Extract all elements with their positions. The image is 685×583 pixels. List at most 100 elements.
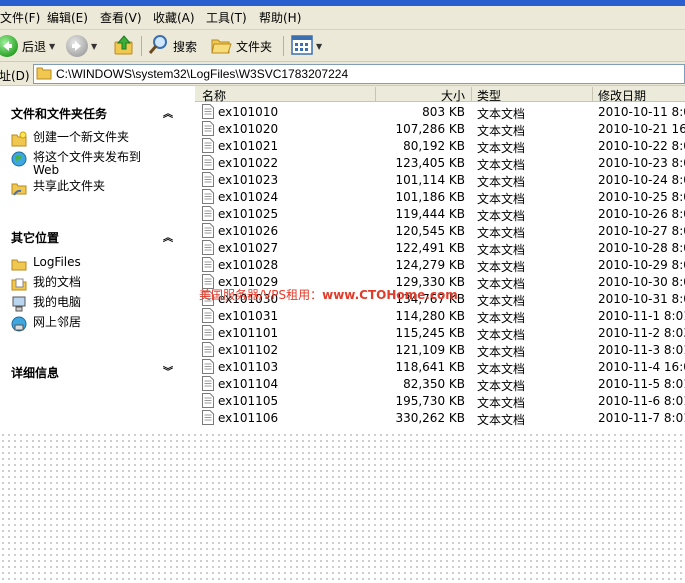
search-button[interactable]: 搜索 [147,34,197,58]
file-name: ex101010 [218,105,279,119]
text-file-icon [202,104,214,119]
file-size: 124,279 KB [395,258,465,272]
my-documents-icon [11,278,27,291]
column-divider[interactable] [471,87,472,101]
file-name: ex101101 [218,326,279,340]
file-row[interactable]: ex101020107,286 KB文本文档2010-10-21 16:00 [195,120,685,138]
back-button[interactable]: 后退 ▼ [0,34,55,58]
file-name: ex101027 [218,241,279,255]
file-row[interactable]: ex101031 114,280 KB 文本文档 2010-11-1 8:01 [195,307,685,325]
back-dropdown-icon[interactable]: ▼ [49,42,55,51]
file-row[interactable]: ex101024101,186 KB文本文档2010-10-25 8:01 [195,188,685,206]
file-row[interactable]: ex101023101,114 KB文本文档2010-10-24 8:01 [195,171,685,189]
column-size[interactable]: 大小 [441,87,465,104]
file-size: 803 KB [422,105,465,119]
file-modified: 2010-10-27 8:01 [598,224,685,238]
file-row[interactable]: ex101103118,641 KB文本文档2010-11-4 16:00 [195,358,685,376]
file-size: 330,262 KB [395,411,465,425]
file-row[interactable]: ex101104 82,350 KB 文本文档 2010-11-5 8:01 [195,375,685,393]
column-divider[interactable] [375,87,376,101]
file-row[interactable]: ex101028124,279 KB文本文档2010-10-29 8:01 [195,256,685,274]
column-modified[interactable]: 修改日期 [598,87,646,104]
file-row[interactable]: ex10102180,192 KB文本文档2010-10-22 8:00 [195,137,685,155]
file-modified: 2010-11-2 8:03 [598,326,685,340]
file-name: ex101106 [218,411,279,425]
search-icon [147,34,169,59]
task-publish-web[interactable]: 将这个文件夹发布到 Web [11,151,153,177]
file-tasks-title[interactable]: 文件和文件夹任务 [11,105,107,122]
text-file-icon [202,223,214,238]
views-dropdown-icon[interactable]: ▼ [316,42,322,51]
column-type[interactable]: 类型 [477,87,501,104]
details-title[interactable]: 详细信息 [11,364,59,381]
task-new-folder[interactable]: 创建一个新文件夹 [11,131,129,147]
text-file-icon [202,393,214,408]
watermark-prefix: 美国服务器/VPS租用： [199,288,323,302]
file-size: 119,444 KB [395,207,465,221]
file-size: 82,350 KB [403,377,465,391]
expand-chevron-icon[interactable]: ︾ [163,363,173,378]
address-label: 地址(D) [0,69,30,83]
file-row[interactable]: ex101101 115,245 KB 文本文档 2010-11-2 8:03 [195,324,685,342]
file-modified: 2010-10-28 8:00 [598,241,685,255]
text-file-icon [202,359,214,374]
file-size: 115,245 KB [395,326,465,340]
place-my-documents[interactable]: 我的文档 [11,276,81,292]
folder-icon [11,259,27,271]
file-row[interactable]: ex101010803 KB文本文档2010-10-11 8:00 [195,103,685,121]
file-modified: 2010-10-29 8:01 [598,258,685,272]
forward-dropdown-icon[interactable]: ▼ [91,42,97,51]
up-folder-button[interactable] [113,34,135,58]
text-file-icon [202,376,214,391]
column-divider[interactable] [592,87,593,101]
menu-tools[interactable]: 工具(T) [206,9,247,26]
menu-view[interactable]: 查看(V) [100,9,142,26]
file-name: ex101102 [218,343,279,357]
address-input[interactable]: C:\WINDOWS\system32\LogFiles\W3SVC178320… [33,64,685,84]
file-row[interactable]: ex101026120,545 KB文本文档2010-10-27 8:01 [195,222,685,240]
file-modified: 2010-10-26 8:00 [598,207,685,221]
text-file-icon [202,257,214,272]
up-folder-icon [113,34,135,59]
place-my-computer[interactable]: 我的电脑 [11,296,81,312]
file-modified: 2010-10-21 16:00 [598,122,685,136]
collapse-chevron-icon[interactable]: ︽ [163,105,173,120]
file-row[interactable]: ex101102 121,109 KB 文本文档 2010-11-3 8:01 [195,341,685,359]
place-logfiles[interactable]: LogFiles [11,256,81,272]
globe-icon [11,151,27,167]
file-modified: 2010-10-30 8:00 [598,275,685,289]
transparent-region [0,432,685,583]
menu-help[interactable]: 帮助(H) [259,9,301,26]
folder-icon [36,66,52,83]
file-modified: 2010-10-23 8:00 [598,156,685,170]
menu-file[interactable]: 文件(F) [0,9,40,26]
menu-edit[interactable]: 编辑(E) [47,9,88,26]
file-row[interactable]: ex101027122,491 KB文本文档2010-10-28 8:00 [195,239,685,257]
place-network[interactable]: 网上邻居 [11,316,81,332]
file-modified: 2010-10-25 8:01 [598,190,685,204]
task-new-folder-label: 创建一个新文件夹 [33,130,130,144]
file-name: ex101025 [218,207,279,221]
network-icon [11,316,27,332]
forward-button[interactable]: ▼ [66,34,97,58]
file-modified: 2010-11-1 8:01 [598,309,685,323]
task-share-folder[interactable]: 共享此文件夹 [11,180,105,196]
collapse-chevron-icon[interactable]: ︽ [163,229,173,244]
folders-icon [210,34,232,59]
views-button[interactable]: ▼ [291,34,322,58]
file-modified: 2010-11-6 8:01 [598,394,685,408]
file-row[interactable]: ex101105 195,730 KB 文本文档 2010-11-6 8:01 [195,392,685,410]
file-row[interactable]: ex101106 330,262 KB 文本文档 2010-11-7 8:01 [195,409,685,427]
file-row[interactable]: ex101025119,444 KB文本文档2010-10-26 8:00 [195,205,685,223]
folders-button[interactable]: 文件夹 [210,34,272,58]
file-name: ex101103 [218,360,279,374]
file-row[interactable]: ex101022123,405 KB文本文档2010-10-23 8:00 [195,154,685,172]
views-icon [291,34,313,58]
file-modified: 2010-10-24 8:01 [598,173,685,187]
other-places-title[interactable]: 其它位置 [11,229,59,246]
column-name[interactable]: 名称 [202,87,226,104]
file-modified: 2010-11-7 8:01 [598,411,685,425]
text-file-icon [202,138,214,153]
menu-favorites[interactable]: 收藏(A) [153,9,195,26]
menu-bar: 文件(F) 编辑(E) 查看(V) 收藏(A) 工具(T) 帮助(H) [0,0,685,30]
